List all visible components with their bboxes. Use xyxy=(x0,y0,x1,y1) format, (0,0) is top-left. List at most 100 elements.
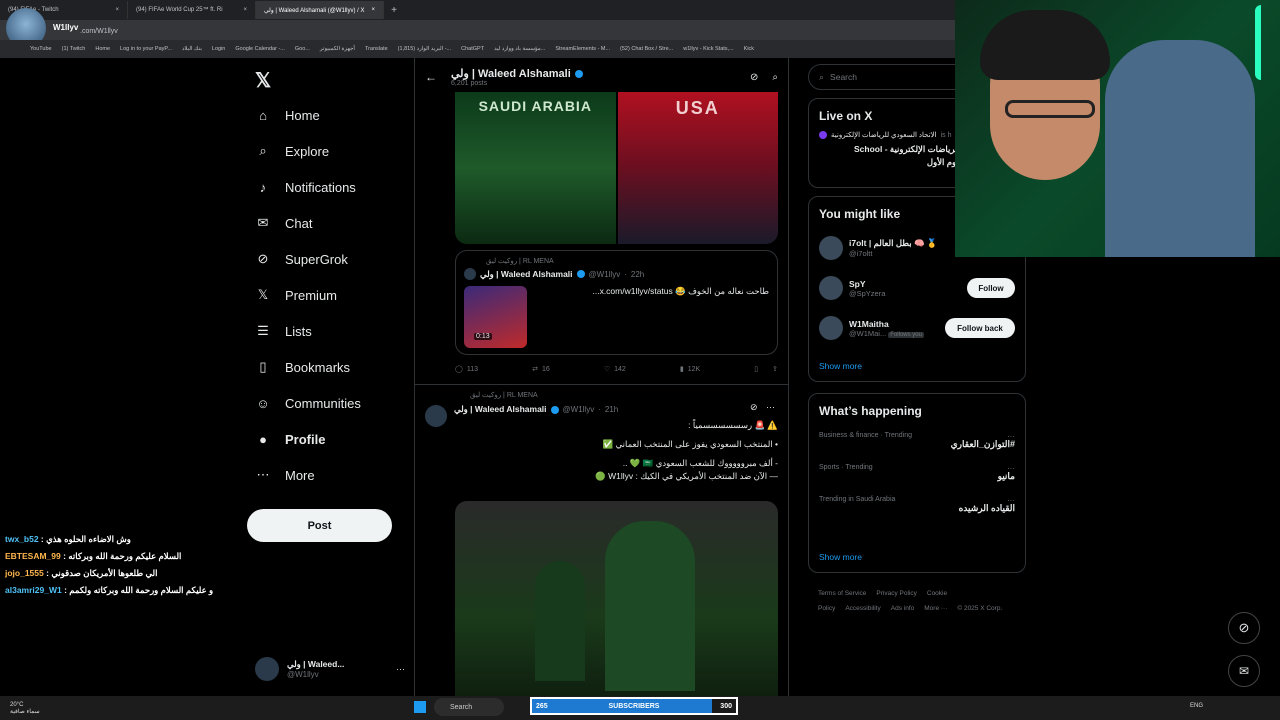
sidebar-item-more[interactable]: ⋯ More xyxy=(255,457,415,493)
bookmark-icon: ▯ xyxy=(754,366,759,373)
bookmark-item[interactable]: StreamElements - M... xyxy=(555,46,610,52)
more-icon[interactable]: ··· xyxy=(766,402,775,412)
user-name: SpY xyxy=(849,278,866,289)
browser-tab[interactable]: (94) FIFAe World Cup 25™ ft. Ri × xyxy=(128,1,256,19)
bookmark-item[interactable]: w1llyv - Kick Stats,... xyxy=(683,46,733,52)
grok-icon[interactable]: ⊘ xyxy=(1228,612,1260,644)
x-logo-icon[interactable]: 𝕏 xyxy=(255,68,271,93)
browser-tab-active[interactable]: ولي | Waleed Alshamali (@W1llyv) / X × xyxy=(256,1,384,19)
subscriber-goal: 265 SUBSCRIBERS 300 xyxy=(530,697,738,715)
trend-name: مانيو xyxy=(997,471,1015,481)
mail-icon[interactable]: ✉ xyxy=(1228,655,1260,687)
back-arrow-icon[interactable]: ← xyxy=(425,70,437,84)
weather-widget[interactable]: 20°C سماء صافية xyxy=(0,702,120,715)
sidebar-item-chat[interactable]: ✉ Chat xyxy=(255,205,415,241)
footer-link[interactable]: More ··· xyxy=(924,605,947,612)
grok-icon[interactable]: ⊘ xyxy=(750,402,758,413)
chat-text: السلام عليكم ورحمة الله وبركاته xyxy=(68,551,182,561)
follow-button[interactable]: Follow xyxy=(967,278,1015,298)
reply-button[interactable]: ◯ 113 xyxy=(455,365,478,374)
video-thumbnail[interactable]: 0:13 xyxy=(464,286,527,348)
bookmark-item[interactable]: YouTube xyxy=(30,46,52,52)
suggested-user[interactable]: SpY @SpYzera Follow xyxy=(819,275,1015,301)
bookmark-item[interactable]: Google Calendar -... xyxy=(235,46,285,52)
sidebar-item-supergrok[interactable]: ⊘ SuperGrok xyxy=(255,241,415,277)
more-icon[interactable]: ··· xyxy=(1007,464,1015,473)
chat-message: al3amri29_W1 : و عليكم السلام ورحمة الله… xyxy=(5,585,214,595)
sidebar-item-home[interactable]: ⌂ Home xyxy=(255,97,415,133)
bookmark-item[interactable]: أجهزة الكمبيوتر xyxy=(320,46,355,52)
repost-button[interactable]: ⇄ 16 xyxy=(532,365,550,374)
windows-taskbar: 20°C سماء صافية Search 265 SUBSCRIBERS 30… xyxy=(0,696,1280,720)
bookmark-item[interactable]: Login xyxy=(212,46,225,52)
bookmark-item[interactable]: Kick xyxy=(744,46,754,52)
live-host[interactable]: الاتحاد السعودي للرياضات الإلكترونية xyxy=(831,131,937,139)
footer-link[interactable]: Privacy Policy xyxy=(876,590,916,597)
tweet-media[interactable]: SAUDI ARABIA USA xyxy=(455,92,778,244)
show-more-link[interactable]: Show more xyxy=(819,361,862,371)
chat-overlay: twx_b52 : وش الاضاءه الحلوه هذي EBTESAM_9… xyxy=(5,534,245,602)
bookmark-item[interactable]: Home xyxy=(95,46,110,52)
sidebar-item-premium[interactable]: 𝕏 Premium xyxy=(255,277,415,313)
trend-item[interactable]: Trending in Saudi Arabia القياده الرشيده ·… xyxy=(819,496,1015,514)
more-icon[interactable]: ··· xyxy=(1007,432,1015,441)
avatar xyxy=(255,657,279,681)
address-input[interactable]: .com/W1llyv xyxy=(80,28,380,40)
taskbar-search[interactable]: Search xyxy=(434,698,504,716)
tab-title: ولي | Waleed Alshamali (@W1llyv) / X xyxy=(264,7,365,14)
bell-icon: ♪ xyxy=(259,179,267,195)
chat-message: twx_b52 : وش الاضاءه الحلوه هذي xyxy=(5,534,131,544)
follow-button[interactable]: Follow back xyxy=(945,318,1015,338)
bookmark-item[interactable]: Goo... xyxy=(295,46,310,52)
footer-link[interactable]: Terms of Service xyxy=(818,590,866,597)
user-handle: @SpYzera xyxy=(849,288,886,298)
sidebar-item-lists[interactable]: ☰ Lists xyxy=(255,313,415,349)
post-button[interactable]: Post xyxy=(247,509,392,542)
sidebar-item-explore[interactable]: ⌕ Explore xyxy=(255,133,415,169)
trend-item[interactable]: Sports · Trending مانيو ··· xyxy=(819,464,1015,482)
sidebar-item-bookmarks[interactable]: ▯ Bookmarks xyxy=(255,349,415,385)
language-indicator[interactable]: ENG xyxy=(1190,703,1203,709)
bookmark-item[interactable]: Log in to your PayP... xyxy=(120,46,172,52)
footer-link[interactable]: © 2025 X Corp. xyxy=(957,605,1002,612)
sidebar-item-label: Profile xyxy=(285,431,326,447)
bookmark-item[interactable]: البريد الوارد (1,815) -... xyxy=(398,46,451,52)
close-icon[interactable]: × xyxy=(243,7,247,13)
windows-start-icon[interactable] xyxy=(414,701,426,713)
bookmark-item[interactable]: (52) Chat Box / Stre... xyxy=(620,46,673,52)
glasses xyxy=(1005,100,1095,118)
trend-item[interactable]: Business & finance · Trending #التوازن_ال… xyxy=(819,432,1015,450)
bookmark-item[interactable]: مؤسسة باد ووارد ليد... xyxy=(494,46,545,52)
views-button[interactable]: ▮ 12K xyxy=(680,365,700,374)
avatar xyxy=(464,268,476,280)
tweet-text: ⚠️ 🚨 رسسسسسسمياً : • المنتخب السعودي يفو… xyxy=(595,420,778,481)
grok-icon[interactable]: ⊘ xyxy=(750,72,758,83)
sidebar-item-label: Notifications xyxy=(285,179,356,195)
sidebar-item-communities[interactable]: ☺ Communities xyxy=(255,385,415,421)
tweet-photo[interactable] xyxy=(455,501,778,696)
sidebar-item-profile[interactable]: ● Profile xyxy=(255,421,415,457)
bookmark-item[interactable]: (1) Twitch xyxy=(62,46,86,52)
new-tab-button[interactable]: + xyxy=(384,5,404,16)
bookmark-item[interactable]: ChatGPT xyxy=(461,46,484,52)
sidebar-item-notifications[interactable]: ♪ Notifications xyxy=(255,169,415,205)
bookmark-item[interactable]: بنك البلاد xyxy=(182,46,202,52)
close-icon[interactable]: × xyxy=(371,7,375,13)
sidebar-item-label: Chat xyxy=(285,215,313,231)
tweet-handle: @W1llyv xyxy=(562,405,595,414)
footer-link[interactable]: Accessibility xyxy=(845,605,880,612)
account-switcher[interactable]: ولي | Waleed... @W1llyv ··· xyxy=(255,655,405,683)
bookmark-button[interactable]: ▯ ⇪ xyxy=(754,365,778,373)
share-icon[interactable]: ⇪ xyxy=(772,365,778,373)
bookmark-item[interactable]: Translate xyxy=(365,46,388,52)
show-more-link[interactable]: Show more xyxy=(819,552,862,562)
like-button[interactable]: ♡ 142 xyxy=(604,365,626,374)
tweet-author[interactable]: ولي | Waleed Alshamali xyxy=(454,404,547,415)
suggested-user[interactable]: W1Maitha @W1Mai... Follows you Follow back xyxy=(819,315,1015,341)
footer-link[interactable]: Ads info xyxy=(891,605,915,612)
quoted-tweet[interactable]: روكيت ليق | RL MENA ولي | Waleed Alshama… xyxy=(455,250,778,355)
more-icon[interactable]: ··· xyxy=(1007,496,1015,505)
sidebar-item-label: Home xyxy=(285,107,320,123)
search-icon[interactable]: ⌕ xyxy=(772,72,778,83)
close-icon[interactable]: × xyxy=(115,7,119,13)
